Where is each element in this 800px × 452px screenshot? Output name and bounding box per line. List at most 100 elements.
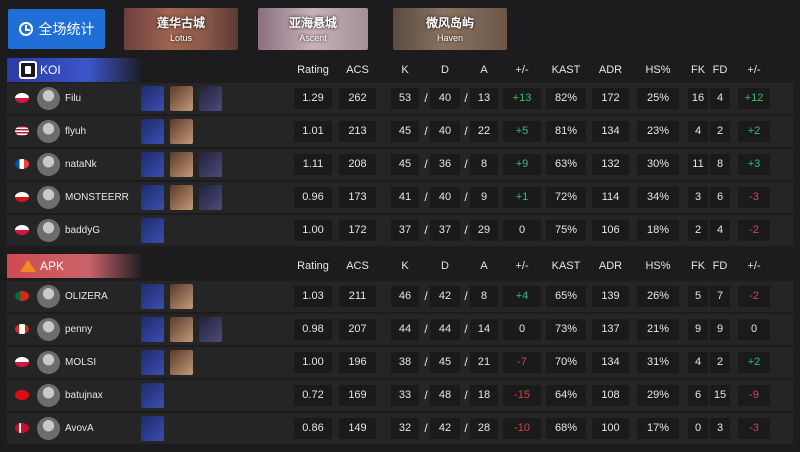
player-name[interactable]: Filu [65,83,81,114]
player-row[interactable]: flyuh 1.01 213 45 40 22 +5 81% 134 23% 4 2 +2 / / [7,116,793,147]
stat-fkfd-diff: +2 [738,121,770,142]
stat-acs: 196 [339,352,376,373]
player-name[interactable]: AvovA [65,413,94,444]
agent-icon-3 [199,86,222,111]
team-name: KOI [40,63,61,77]
stat-hs: 26% [637,286,679,307]
player-name[interactable]: nataNk [65,149,97,180]
stat-acs: 172 [339,220,376,241]
stat-kd-diff: +13 [503,88,541,109]
column-header: FD [712,64,728,76]
avatar [37,153,60,176]
stat-hs: 21% [637,319,679,340]
stat-k: 37 [391,220,419,241]
stat-kast: 65% [546,286,586,307]
column-header: KAST [551,260,581,272]
map-tab-ascent[interactable]: 亚海悬城 Ascent [258,8,368,50]
kda-separator: / [464,223,468,237]
stat-acs: 213 [339,121,376,142]
stat-rating: 0.72 [294,385,332,406]
player-row[interactable]: MONSTEERR 0.96 173 41 40 9 +1 72% 114 34% 3 6 -3 / / [7,182,793,213]
stat-d: 48 [430,385,460,406]
player-row[interactable]: penny 0.98 207 44 44 14 0 73% 137 21% 9 9 0// [7,314,793,345]
player-row[interactable]: MOLSI 1.00 196 38 45 21 -7 70% 134 31% 4 2 +2 / / [7,347,793,378]
player-row[interactable]: OLIZERA 1.03 211 46 42 8 +4 65% 139 26% 5 7 -2 / / [7,281,793,312]
stat-k: 38 [391,352,419,373]
column-header: ACS [346,64,369,76]
agent-icon-1 [141,284,164,309]
player-row[interactable]: baddyG 1.00 172 37 37 29 0 75% 106 18% 2 4 -2 / / [7,215,793,246]
agent-icon-1 [141,152,164,177]
map-tab-lotus[interactable]: 莲华古城 Lotus [124,8,238,50]
kda-separator: / [464,388,468,402]
team-banner[interactable]: APK [7,254,143,278]
player-name[interactable]: MOLSI [65,347,96,378]
flag-icon [15,357,29,367]
map-name-cn: 莲华古城 [156,16,205,30]
column-header: D [441,260,449,272]
overall-stats-label: 全场统计 [38,21,95,37]
avatar [37,186,60,209]
stat-fd: 8 [710,154,730,175]
agent-icon-2 [170,317,193,342]
player-name[interactable]: batujnax [65,380,103,411]
player-row[interactable]: batujnax 0.72 169 33 48 18 -15 64% 108 29% 6 15 -9 / / [7,380,793,411]
player-name[interactable]: OLIZERA [65,281,108,312]
map-name-en: Haven [436,33,463,43]
agent-icon-2 [170,284,193,309]
stat-fkfd-diff: -3 [738,187,770,208]
kda-separator: / [424,190,428,204]
stat-a: 14 [470,319,498,340]
stat-hs: 23% [637,121,679,142]
team-header-koi: KOI Rating ACS K D A +/- KAST ADR HS% FK FD +/- [0,58,800,82]
stat-fk: 2 [688,220,708,241]
avatar [37,285,60,308]
top-bar: 全场统计 莲华古城 Lotus 亚海悬城 Ascent 微风岛屿 Haven [0,0,800,56]
stat-adr: 134 [592,121,629,142]
stat-adr: 172 [592,88,629,109]
stat-kast: 64% [546,385,586,406]
player-name[interactable]: baddyG [65,215,100,246]
stat-adr: 134 [592,352,629,373]
player-row[interactable]: nataNk 1.11 208 45 36 8 +9 63% 132 30% 11 8 +3// [7,149,793,180]
column-header: +/- [515,260,529,272]
stat-kd-diff: -7 [503,352,541,373]
stat-fk: 4 [688,121,708,142]
stat-rating: 1.11 [294,154,332,175]
map-tab-haven[interactable]: 微风岛屿 Haven [393,8,507,50]
stat-hs: 18% [637,220,679,241]
stat-rating: 1.29 [294,88,332,109]
stat-d: 42 [430,418,460,439]
kda-separator: / [424,289,428,303]
kda-separator: / [464,322,468,336]
apk-logo-icon [19,257,37,275]
stat-kd-diff: +1 [503,187,541,208]
overall-stats-button[interactable]: 全场统计 [8,9,105,49]
flag-icon [15,324,29,334]
player-row[interactable]: Filu 1.29 262 53 40 13 +13 82% 172 25% 16 4 +12 / / [7,83,793,114]
kda-separator: / [424,157,428,171]
agent-icon-2 [170,119,193,144]
stat-adr: 114 [592,187,629,208]
kda-separator: / [424,421,428,435]
player-name[interactable]: MONSTEERR [65,182,129,213]
stat-fkfd-diff: -3 [738,418,770,439]
kda-separator: / [424,355,428,369]
stat-hs: 30% [637,154,679,175]
kda-separator: / [464,124,468,138]
player-name[interactable]: penny [65,314,92,345]
agent-icon-1 [141,350,164,375]
agent-icon-2 [170,185,193,210]
team-banner[interactable]: KOI [7,58,143,82]
player-name[interactable]: flyuh [65,116,86,147]
stat-fd: 9 [710,319,730,340]
player-row[interactable]: AvovA 0.86 149 32 42 28 -10 68% 100 17% 0 3 -3 / / [7,413,793,444]
stat-fk: 9 [688,319,708,340]
clock-icon [18,22,33,36]
stat-fk: 5 [688,286,708,307]
stat-a: 29 [470,220,498,241]
stat-a: 18 [470,385,498,406]
stat-a: 21 [470,352,498,373]
stat-adr: 106 [592,220,629,241]
stat-fkfd-diff: +3 [738,154,770,175]
